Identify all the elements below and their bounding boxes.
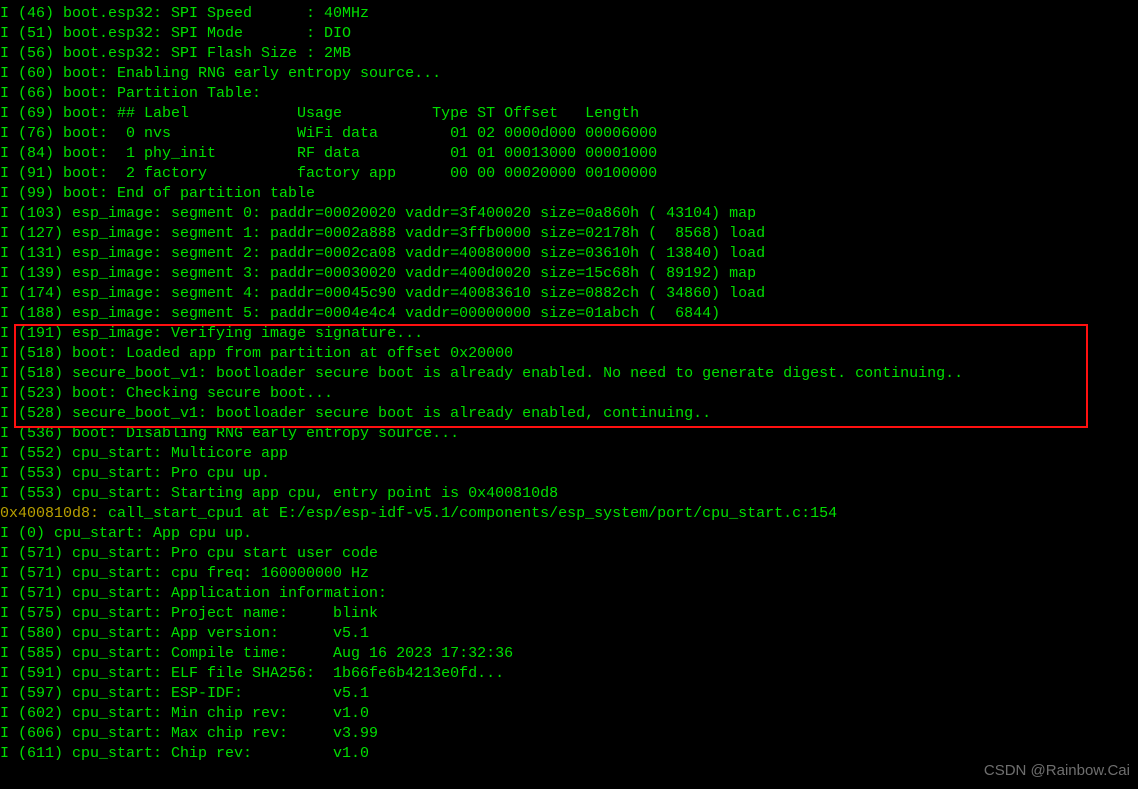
- log-line: I (66) boot: Partition Table:: [0, 84, 1138, 104]
- log-line: I (553) cpu_start: Pro cpu up.: [0, 464, 1138, 484]
- log-line: I (84) boot: 1 phy_init RF data 01 01 00…: [0, 144, 1138, 164]
- log-line: I (571) cpu_start: Application informati…: [0, 584, 1138, 604]
- log-line: I (602) cpu_start: Min chip rev: v1.0: [0, 704, 1138, 724]
- log-line: I (518) boot: Loaded app from partition …: [0, 344, 1138, 364]
- address-detail: call_start_cpu1 at E:/esp/esp-idf-v5.1/c…: [108, 505, 837, 522]
- log-line: I (575) cpu_start: Project name: blink: [0, 604, 1138, 624]
- log-line: I (56) boot.esp32: SPI Flash Size : 2MB: [0, 44, 1138, 64]
- terminal-output[interactable]: I (46) boot.esp32: SPI Speed : 40MHzI (5…: [0, 0, 1138, 764]
- log-line: I (606) cpu_start: Max chip rev: v3.99: [0, 724, 1138, 744]
- log-line: I (51) boot.esp32: SPI Mode : DIO: [0, 24, 1138, 44]
- log-line: I (528) secure_boot_v1: bootloader secur…: [0, 404, 1138, 424]
- log-line: I (188) esp_image: segment 5: paddr=0004…: [0, 304, 1138, 324]
- log-line: I (46) boot.esp32: SPI Speed : 40MHz: [0, 4, 1138, 24]
- log-line: I (518) secure_boot_v1: bootloader secur…: [0, 364, 1138, 384]
- log-line: I (523) boot: Checking secure boot...: [0, 384, 1138, 404]
- log-line: I (585) cpu_start: Compile time: Aug 16 …: [0, 644, 1138, 664]
- log-line: I (139) esp_image: segment 3: paddr=0003…: [0, 264, 1138, 284]
- address-token: 0x400810d8:: [0, 505, 108, 522]
- log-line: I (611) cpu_start: Chip rev: v1.0: [0, 744, 1138, 764]
- log-line: I (553) cpu_start: Starting app cpu, ent…: [0, 484, 1138, 504]
- log-line: I (597) cpu_start: ESP-IDF: v5.1: [0, 684, 1138, 704]
- log-line: I (591) cpu_start: ELF file SHA256: 1b66…: [0, 664, 1138, 684]
- log-line: I (174) esp_image: segment 4: paddr=0004…: [0, 284, 1138, 304]
- log-line: I (60) boot: Enabling RNG early entropy …: [0, 64, 1138, 84]
- log-line: I (99) boot: End of partition table: [0, 184, 1138, 204]
- log-line: 0x400810d8: call_start_cpu1 at E:/esp/es…: [0, 504, 1138, 524]
- log-line: I (76) boot: 0 nvs WiFi data 01 02 0000d…: [0, 124, 1138, 144]
- log-line: I (536) boot: Disabling RNG early entrop…: [0, 424, 1138, 444]
- log-line: I (552) cpu_start: Multicore app: [0, 444, 1138, 464]
- watermark-text: CSDN @Rainbow.Cai: [984, 761, 1130, 781]
- log-line: I (580) cpu_start: App version: v5.1: [0, 624, 1138, 644]
- log-line: I (91) boot: 2 factory factory app 00 00…: [0, 164, 1138, 184]
- log-line: I (191) esp_image: Verifying image signa…: [0, 324, 1138, 344]
- log-line: I (69) boot: ## Label Usage Type ST Offs…: [0, 104, 1138, 124]
- log-line: I (571) cpu_start: cpu freq: 160000000 H…: [0, 564, 1138, 584]
- log-line: I (127) esp_image: segment 1: paddr=0002…: [0, 224, 1138, 244]
- log-line: I (571) cpu_start: Pro cpu start user co…: [0, 544, 1138, 564]
- log-line: I (131) esp_image: segment 2: paddr=0002…: [0, 244, 1138, 264]
- log-line: I (0) cpu_start: App cpu up.: [0, 524, 1138, 544]
- log-line: I (103) esp_image: segment 0: paddr=0002…: [0, 204, 1138, 224]
